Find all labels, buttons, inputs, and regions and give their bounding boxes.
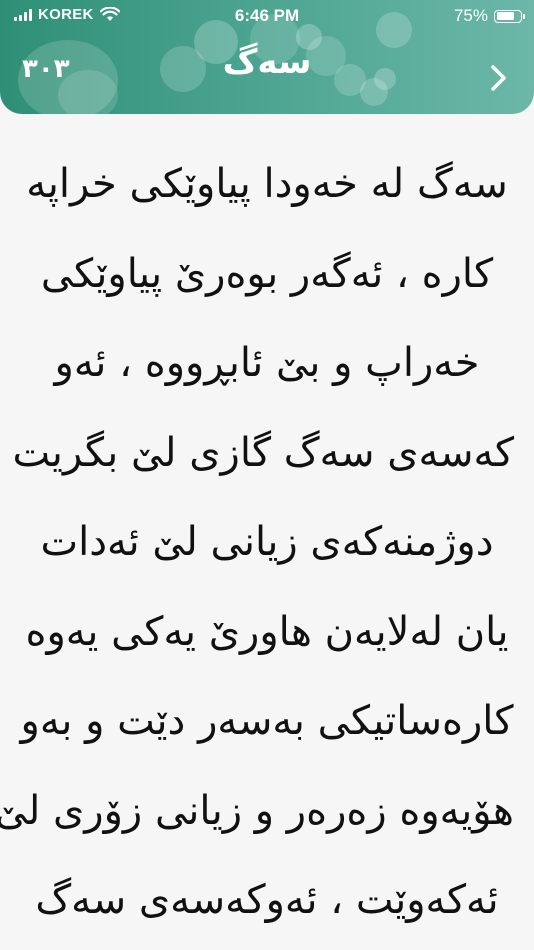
text-line: هۆیەوە زەرەر و زیانی زۆری لێ	[0, 787, 514, 834]
header-bar: KOREK 6:46 PM 75% ٣٠٣ سەگ	[0, 0, 534, 114]
status-bar: KOREK 6:46 PM 75%	[0, 0, 534, 32]
text-line: کارە ، ئەگەر بوەرێ پیاوێکی	[40, 250, 494, 297]
next-page-button[interactable]	[486, 60, 512, 96]
text-line: خەراپ و بێ ئابڕووە ، ئەو	[54, 340, 480, 386]
page-title: سەگ	[222, 42, 312, 82]
text-line: یان لەلایەن هاورێ یەکی یەوە	[25, 608, 509, 655]
article-body: سەگ لە خەودا پیاوێکی خراپە کارە ، ئەگەر …	[0, 140, 514, 946]
text-line: ئەکەوێت ، ئەوکەسەی سەگ	[35, 877, 499, 923]
battery-percent: 75%	[453, 6, 488, 25]
battery-icon	[494, 9, 525, 23]
text-line: کەسەی سەگ گازی لێ بگریت	[12, 429, 514, 476]
text-line: سەگ لە خەودا پیاوێکی خراپە	[26, 161, 508, 207]
status-right: 75%	[453, 6, 525, 26]
text-line: کارەساتیکی بەسەر دێت و بەو	[20, 698, 514, 744]
battery-fill	[496, 12, 514, 20]
chevron-right-icon	[491, 65, 506, 91]
text-line: دوژمنەکەی زیانی لێ ئەدات	[40, 519, 494, 565]
